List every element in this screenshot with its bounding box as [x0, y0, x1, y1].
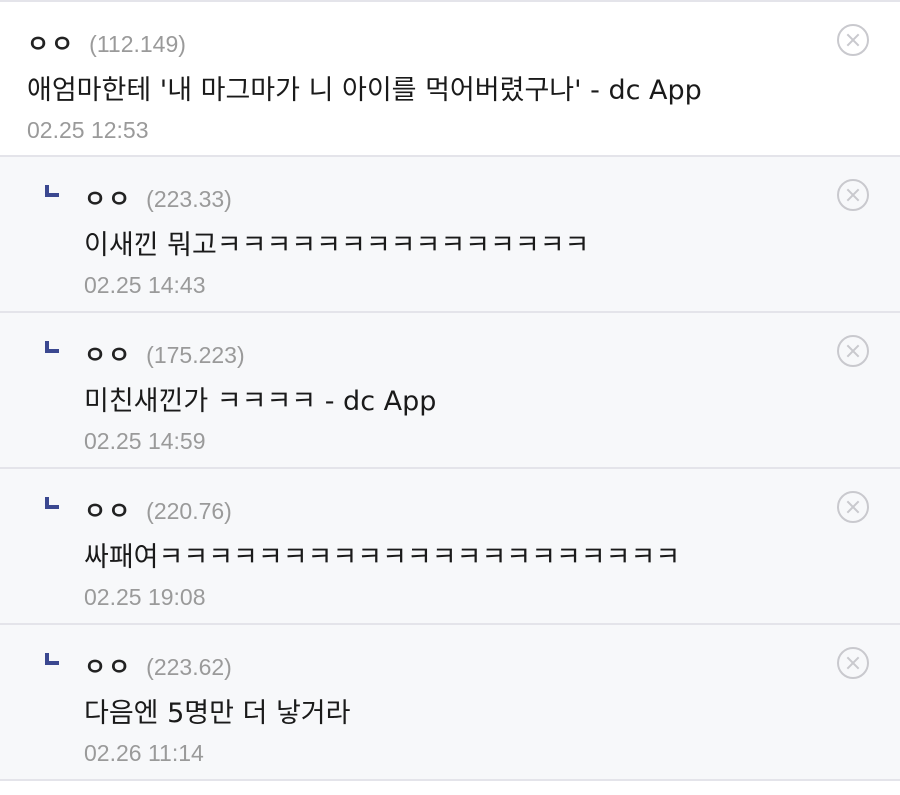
reply-ip: (220.76) [146, 498, 232, 524]
reply-header: ㅇㅇ (175.223) [84, 335, 820, 375]
reply-item: ㅇㅇ (175.223) 미친새낀가 ㅋㅋㅋㅋ - dc App 02.25 1… [0, 313, 900, 469]
reply-header: ㅇㅇ (223.62) [84, 647, 820, 687]
reply-text: 싸패여ㅋㅋㅋㅋㅋㅋㅋㅋㅋㅋㅋㅋㅋㅋㅋㅋㅋㅋㅋㅋㅋ [84, 542, 681, 573]
reply-arrow-icon [45, 341, 59, 353]
comment-date: 02.25 12:53 [27, 117, 149, 143]
delete-reply-icon[interactable] [837, 491, 869, 523]
reply-date: 02.25 19:08 [84, 584, 206, 610]
reply-item: ㅇㅇ (220.76) 싸패여ㅋㅋㅋㅋㅋㅋㅋㅋㅋㅋㅋㅋㅋㅋㅋㅋㅋㅋㅋㅋㅋ 02.… [0, 469, 900, 625]
delete-reply-icon[interactable] [837, 179, 869, 211]
comment-nickname[interactable]: ㅇㅇ [27, 24, 75, 59]
reply-content: ㅇㅇ (175.223) 미친새낀가 ㅋㅋㅋㅋ - dc App 02.25 1… [84, 335, 820, 455]
reply-date: 02.26 11:14 [84, 740, 204, 766]
comment-text: 애엄마한테 '내 마그마가 니 아이를 먹어버렸구나' - dc App [27, 75, 702, 106]
reply-arrow-icon [45, 185, 59, 197]
reply-arrow-icon [45, 497, 59, 509]
reply-date: 02.25 14:43 [84, 272, 206, 298]
reply-ip: (223.33) [146, 186, 232, 212]
reply-nickname[interactable]: ㅇㅇ [84, 491, 132, 526]
reply-nickname[interactable]: ㅇㅇ [84, 179, 132, 214]
reply-header: ㅇㅇ (223.33) [84, 179, 820, 219]
comment-list: ㅇㅇ (112.149) 애엄마한테 '내 마그마가 니 아이를 먹어버렸구나'… [0, 0, 900, 795]
comment-content: ㅇㅇ (112.149) 애엄마한테 '내 마그마가 니 아이를 먹어버렸구나'… [27, 24, 820, 144]
reply-content: ㅇㅇ (223.33) 이새낀 뭐고ㅋㅋㅋㅋㅋㅋㅋㅋㅋㅋㅋㅋㅋㅋㅋ 02.25 … [84, 179, 820, 299]
delete-comment-icon[interactable] [837, 24, 869, 56]
reply-content: ㅇㅇ (223.62) 다음엔 5명만 더 낳거라 02.26 11:14 [84, 647, 820, 767]
delete-reply-icon[interactable] [837, 335, 869, 367]
reply-content: ㅇㅇ (220.76) 싸패여ㅋㅋㅋㅋㅋㅋㅋㅋㅋㅋㅋㅋㅋㅋㅋㅋㅋㅋㅋㅋㅋ 02.… [84, 491, 820, 611]
reply-arrow-icon [45, 653, 59, 665]
reply-nickname[interactable]: ㅇㅇ [84, 335, 132, 370]
reply-item: ㅇㅇ (223.62) 다음엔 5명만 더 낳거라 02.26 11:14 [0, 625, 900, 781]
delete-reply-icon[interactable] [837, 647, 869, 679]
reply-date: 02.25 14:59 [84, 428, 206, 454]
comment-item: ㅇㅇ (112.149) 애엄마한테 '내 마그마가 니 아이를 먹어버렸구나'… [0, 2, 900, 157]
comment-ip: (112.149) [89, 31, 186, 57]
reply-header: ㅇㅇ (220.76) [84, 491, 820, 531]
reply-text: 다음엔 5명만 더 낳거라 [84, 698, 351, 729]
comment-header: ㅇㅇ (112.149) [27, 24, 820, 64]
reply-ip: (175.223) [146, 342, 245, 368]
reply-item: ㅇㅇ (223.33) 이새낀 뭐고ㅋㅋㅋㅋㅋㅋㅋㅋㅋㅋㅋㅋㅋㅋㅋ 02.25 … [0, 157, 900, 313]
reply-text: 이새낀 뭐고ㅋㅋㅋㅋㅋㅋㅋㅋㅋㅋㅋㅋㅋㅋㅋ [84, 230, 590, 261]
reply-ip: (223.62) [146, 654, 232, 680]
reply-nickname[interactable]: ㅇㅇ [84, 647, 132, 682]
reply-text: 미친새낀가 ㅋㅋㅋㅋ - dc App [84, 386, 437, 417]
